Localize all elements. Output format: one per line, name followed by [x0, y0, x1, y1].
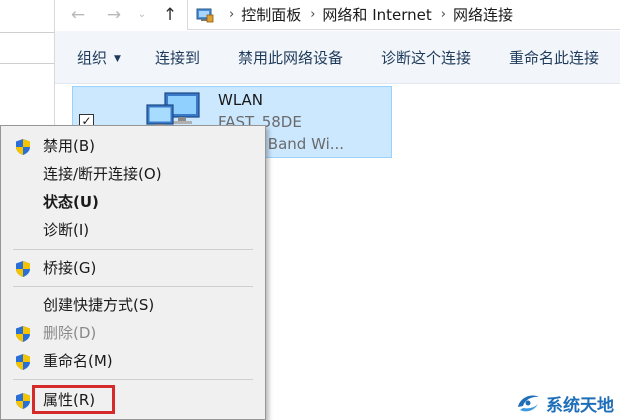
- dropdown-arrow-icon: ▼: [114, 53, 121, 64]
- control-panel-icon: [196, 7, 214, 23]
- breadcrumb-control-panel[interactable]: 控制面板: [241, 4, 301, 25]
- menu-item-label: 重命名(M): [43, 352, 113, 370]
- uac-shield-icon: [14, 260, 32, 278]
- menu-item-status[interactable]: 状态(U): [1, 189, 265, 215]
- menu-item-label: 诊断(I): [43, 221, 90, 239]
- organize-label: 组织: [77, 48, 108, 67]
- menu-item-label: 桥接(G): [43, 259, 97, 277]
- menu-item-create-shortcut[interactable]: 创建快捷方式(S): [1, 292, 265, 318]
- up-arrow-icon[interactable]: ↑: [159, 4, 181, 26]
- breadcrumb-separator-icon: ›: [229, 7, 235, 22]
- menu-item-diagnose[interactable]: 诊断(I): [1, 217, 265, 243]
- watermark-logo-icon: [518, 395, 539, 412]
- connection-name: WLAN: [218, 91, 264, 109]
- context-menu: 禁用(B) 连接/断开连接(O) 状态(U) 诊断(I) 桥接(G) 创建快捷方…: [0, 125, 266, 420]
- uac-shield-icon: [14, 353, 32, 371]
- uac-shield-icon: [14, 325, 32, 343]
- command-toolbar: 组织 ▼ 连接到 禁用此网络设备 诊断这个连接 重命名此连接: [55, 31, 620, 84]
- breadcrumb-separator-icon[interactable]: ›: [441, 7, 446, 22]
- rename-connection-button[interactable]: 重命名此连接: [509, 47, 599, 68]
- menu-item-label: 删除(D): [43, 324, 97, 342]
- menu-item-label: 状态(U): [43, 193, 99, 211]
- highlight-box: [32, 385, 115, 414]
- menu-item-label: 禁用(B): [43, 137, 95, 155]
- chevron-down-icon[interactable]: ⌄: [135, 4, 149, 26]
- watermark-text: 系统天地: [546, 395, 614, 416]
- organize-button[interactable]: 组织 ▼: [77, 47, 121, 68]
- back-arrow-icon[interactable]: ←: [67, 4, 89, 26]
- menu-item-label: 连接/断开连接(O): [43, 165, 162, 183]
- nav-pane-divider: [0, 63, 54, 64]
- forward-arrow-icon[interactable]: →: [103, 4, 125, 26]
- menu-item-label: 创建快捷方式(S): [43, 296, 155, 314]
- menu-item-connect-disconnect[interactable]: 连接/断开连接(O): [1, 161, 265, 187]
- connect-to-button[interactable]: 连接到: [155, 47, 200, 68]
- diagnose-connection-button[interactable]: 诊断这个连接: [381, 47, 471, 68]
- menu-separator: [13, 249, 253, 250]
- menu-item-rename[interactable]: 重命名(M): [1, 348, 265, 374]
- uac-shield-icon: [14, 392, 32, 410]
- address-row: ← → ⌄ ↑ › 控制面板 › 网络和 Internet › 网络连接: [55, 0, 620, 30]
- menu-item-delete: 删除(D): [1, 320, 265, 346]
- breadcrumb-network-internet[interactable]: 网络和 Internet: [322, 4, 431, 25]
- breadcrumb-network-connections[interactable]: 网络连接: [453, 4, 513, 25]
- watermark: 系统天地: [514, 390, 614, 416]
- menu-separator: [13, 379, 253, 380]
- disable-device-button[interactable]: 禁用此网络设备: [238, 47, 343, 68]
- menu-item-bridge[interactable]: 桥接(G): [1, 255, 265, 281]
- breadcrumb-separator-icon[interactable]: ›: [310, 7, 315, 22]
- nav-pane-divider: [0, 32, 54, 33]
- menu-item-disable[interactable]: 禁用(B): [1, 133, 265, 159]
- uac-shield-icon: [14, 138, 32, 156]
- menu-separator: [13, 286, 253, 287]
- address-bar[interactable]: › 控制面板 › 网络和 Internet › 网络连接: [187, 0, 620, 30]
